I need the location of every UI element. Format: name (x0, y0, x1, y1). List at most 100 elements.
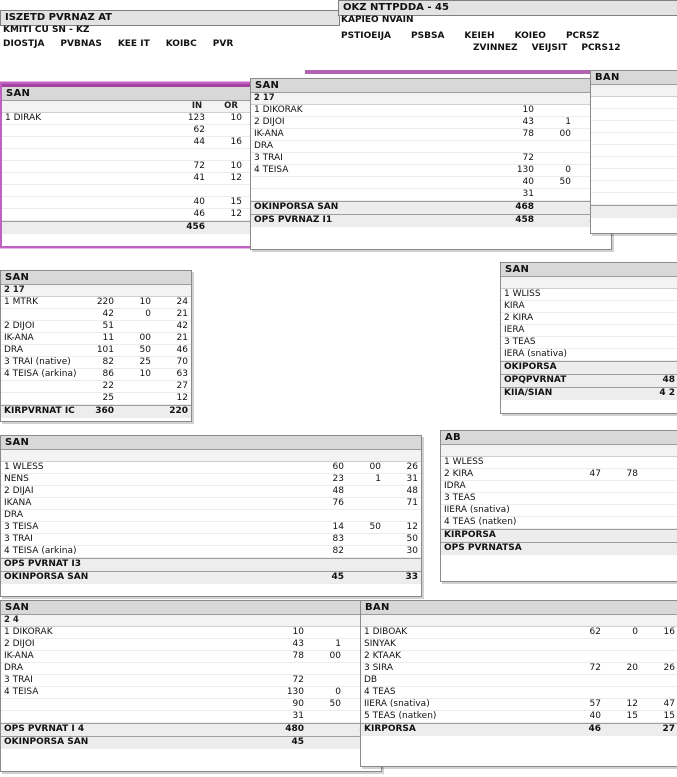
table-row[interactable]: SINYAK (361, 639, 677, 651)
table-row[interactable]: 3 TRAI 83 50 (1, 534, 421, 546)
table-row[interactable] (2, 149, 282, 161)
table-row[interactable]: 905035 (1, 699, 381, 711)
table-row[interactable]: 1 DIKORAK1020 (1, 627, 381, 639)
table-row[interactable]: IERA (501, 325, 677, 337)
table-row[interactable]: 401515 (2, 197, 282, 209)
table-row[interactable]: 1 WLISS (501, 289, 677, 301)
table-row[interactable]: 1 DIBOAK (591, 97, 677, 109)
table-row[interactable]: 1 DIKORAK1021 (251, 105, 611, 117)
table-row[interactable]: IIERA (snativa) 57 12 47 (361, 699, 677, 711)
panel-p1[interactable]: SANINORDB1 DIRAK123101686216441671721026… (0, 82, 284, 248)
table-row[interactable]: 25 12 (1, 393, 191, 405)
table-row[interactable]: 3 TEISA 14 50 12 (1, 522, 421, 534)
subtotal-row[interactable]: OKIPORSA (501, 361, 677, 374)
table-row[interactable]: 1 MTRK 220 10 24 (1, 297, 191, 309)
subtotal-row[interactable]: OPQPVRNAT 2 48 (501, 374, 677, 387)
table-row[interactable]: 1 WLESS (441, 457, 677, 469)
table-row[interactable]: SINYAK (591, 109, 677, 121)
table-row[interactable]: DB (591, 145, 677, 157)
subtotal-row[interactable]: OPS PVRNATSA (441, 542, 677, 555)
table-row[interactable]: 42 0 21 (1, 309, 191, 321)
table-row[interactable]: IDRA (441, 481, 677, 493)
table-row[interactable]: IERA (snativa) (501, 349, 677, 361)
table-row[interactable]: 411231 (2, 173, 282, 185)
table-row[interactable]: DRA 101 50 46 (1, 345, 191, 357)
panel-p8[interactable]: SAN2 41 DIKORAK10202 DIJOI43147IK-ANA780… (0, 600, 382, 772)
table-row[interactable] (2, 185, 282, 197)
panel-p9[interactable]: BAN 1 DIBOAK 62 0 16 SINYAK 2 KTAAK 3 SIRA 72 20 2… (360, 600, 677, 767)
table-row[interactable]: IIERA (snative) (591, 181, 677, 193)
table-row[interactable]: 3 SIRA 72 20 26 (361, 663, 677, 675)
table-row[interactable]: 1 WLESS 60 00 26 (1, 462, 421, 474)
table-row[interactable]: 3 TRAI7271 (1, 675, 381, 687)
table-row[interactable]: 22 27 (1, 381, 191, 393)
table-row[interactable]: 4 TEISA (arkina) 82 30 (1, 546, 421, 558)
table-row[interactable]: 3 TEAS (441, 493, 677, 505)
table-row[interactable]: 2 KIRA (501, 313, 677, 325)
panel-p4[interactable]: SAN 2 17 1 MTRK 220 10 24 42 0 21 2 DIJOI 51 42 IK-A… (0, 270, 192, 422)
table-row[interactable]: 4 TEAS (natken) (441, 517, 677, 529)
subtotal-row[interactable]: KIIA/SIAN 4 2 (501, 387, 677, 400)
subtotal-row[interactable]: 456337 (2, 221, 282, 234)
row-value-0 (567, 639, 604, 650)
table-row[interactable]: 4 TEAS (361, 687, 677, 699)
table-row[interactable]: 441671 (2, 137, 282, 149)
table-row[interactable]: 4 TEISA130068 (251, 165, 611, 177)
panel-p3[interactable]: BAN 1 DIBOAKSINYAK2 KTAAK3 SIRADB4 TEAS5 … (590, 70, 677, 234)
table-row[interactable]: 3113 (1, 711, 381, 723)
table-row[interactable]: 405035 (251, 177, 611, 189)
subtotal-row[interactable]: OPS PVRNAT I 4480327 (1, 723, 381, 736)
table-row[interactable]: NENS 23 1 31 (1, 474, 421, 486)
table-row[interactable]: KIIA/SIAN (591, 193, 677, 205)
table-row[interactable]: IKANA 76 71 (1, 498, 421, 510)
table-row[interactable]: 4 TEAS (591, 157, 677, 169)
subtotal-row[interactable]: OKINPORSA SAN4553 (1, 736, 381, 749)
table-row[interactable]: DRA (1, 510, 421, 522)
table-row[interactable]: 3 SIRA (591, 133, 677, 145)
table-row[interactable]: 461218 (2, 209, 282, 221)
table-row[interactable]: 2 KTAAK (591, 121, 677, 133)
table-row[interactable]: KIRA (501, 301, 677, 313)
subtotal-row[interactable]: OKINPORSA SAN 45 33 (1, 571, 421, 584)
table-row[interactable]: IK-ANA780078 (1, 651, 381, 663)
panel-p6[interactable]: SAN 1 WLESS 60 00 26 NENS 23 1 31 2 DIJAI 48 48 IKAN… (0, 435, 422, 597)
table-row[interactable]: 5 TEAS (natken) 40 15 15 (361, 711, 677, 723)
table-row[interactable]: 4 TEISA130058 (1, 687, 381, 699)
row-value-2 (641, 651, 677, 662)
subtotal-row[interactable]: KIRPORSA (591, 205, 677, 218)
table-row[interactable]: 4 TEISA (arkina) 86 10 63 (1, 369, 191, 381)
table-row[interactable]: DRA (251, 141, 611, 153)
row-label: 3 TRAI (4, 534, 33, 544)
panel-p7[interactable]: AB 1 WLESS 2 KIRA 47 78 IDRA 3 TEAS IIERA (snat… (440, 430, 677, 582)
table-row[interactable]: 721026 (2, 161, 282, 173)
table-row[interactable]: 1 DIBOAK 62 0 16 (361, 627, 677, 639)
table-row[interactable]: 2 DIJAI 48 48 (1, 486, 421, 498)
table-row[interactable]: DB (361, 675, 677, 687)
row-value-0: 11 (102, 333, 114, 343)
panel-p2[interactable]: SAN2 171 DIKORAK10212 DIJOI43147IK-ANA78… (250, 78, 612, 250)
table-row[interactable]: 3 TEAS (501, 337, 677, 349)
table-row[interactable]: DRA (1, 663, 381, 675)
table-row[interactable]: IIERA (snativa) (441, 505, 677, 517)
column-header-3 (662, 85, 677, 96)
table-row[interactable]: IK-ANA780078 (251, 129, 611, 141)
subtotal-row[interactable]: OPS PVRNAT I3 (1, 558, 421, 571)
table-row[interactable]: 2 DIJOI 51 42 (1, 321, 191, 333)
table-row[interactable]: 2 DIJOI43147 (251, 117, 611, 129)
table-row[interactable]: 3113 (251, 189, 611, 201)
subtotal-row[interactable]: KIRPORSA 46 27 (361, 723, 677, 736)
table-row[interactable]: 6216 (2, 125, 282, 137)
subtotal-row[interactable]: OPS PVRNAZ I1458327 (251, 214, 611, 227)
table-row[interactable]: 5 TEAS (natken) (591, 169, 677, 181)
subtotal-row[interactable]: KIRPVRNAT IC 360 220 (1, 405, 191, 418)
table-row[interactable]: 2 KTAAK (361, 651, 677, 663)
table-row[interactable]: 3 TRAI (native) 82 25 70 (1, 357, 191, 369)
table-row[interactable]: IK-ANA 11 00 21 (1, 333, 191, 345)
subtotal-row[interactable]: KIRPORSA (441, 529, 677, 542)
subtotal-row[interactable]: OKINPORSA SAN468327 (251, 201, 611, 214)
table-row[interactable]: 1 DIRAK12310168 (2, 113, 282, 125)
table-row[interactable]: 2 KIRA 47 78 (441, 469, 677, 481)
table-row[interactable]: 2 DIJOI43147 (1, 639, 381, 651)
panel-p5[interactable]: SAN 1 WLISS KIRA 2 KIRA IERA 3 TEAS IERA (snat… (500, 262, 677, 414)
table-row[interactable]: 3 TRAI7271 (251, 153, 611, 165)
